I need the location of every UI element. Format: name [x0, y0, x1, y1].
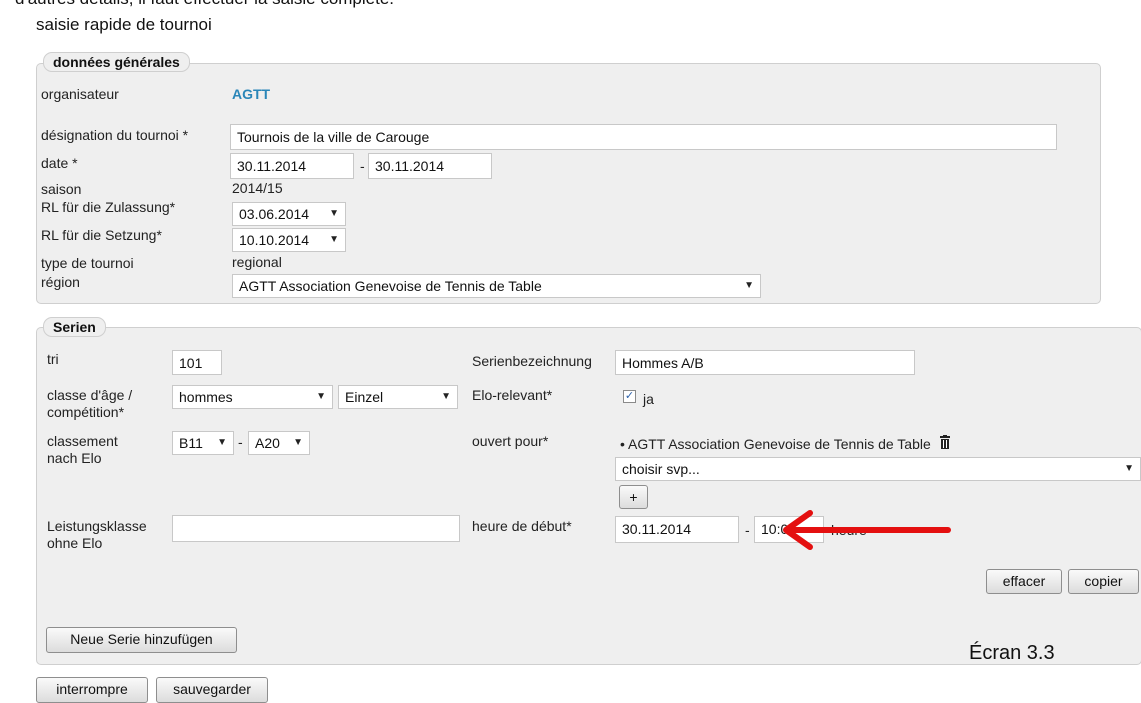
trash-icon[interactable]: [939, 435, 951, 452]
performance-class-label-line1: Leistungsklasse: [47, 518, 147, 534]
general-fieldset: [36, 63, 1101, 304]
open-for-select-value: choisir svp...: [622, 461, 700, 477]
open-for-item: • AGTT Association Genevoise de Tennis d…: [620, 435, 951, 452]
ranking-label-line1: classement: [47, 433, 118, 449]
date-to-input[interactable]: 30.11.2014: [368, 153, 492, 179]
ranking-label: classement nach Elo: [47, 433, 118, 467]
age-class-select[interactable]: hommes ▼: [172, 385, 333, 409]
start-label: heure de début*: [472, 518, 572, 534]
ranking-from-select[interactable]: B11 ▼: [172, 431, 234, 455]
age-class-value: hommes: [179, 389, 233, 405]
competition-value: Einzel: [345, 389, 384, 405]
series-legend: Serien: [43, 317, 106, 337]
performance-class-label: Leistungsklasse ohne Elo: [47, 518, 147, 552]
red-arrow-annotation: [783, 510, 951, 550]
designation-input[interactable]: Tournois de la ville de Carouge: [230, 124, 1057, 150]
season-value: 2014/15: [232, 180, 283, 196]
figure-caption: Écran 3.3: [969, 642, 1055, 664]
page-title: saisie rapide de tournoi: [36, 15, 212, 34]
new-series-button[interactable]: Neue Serie hinzufügen: [46, 627, 237, 653]
chevron-down-icon: ▼: [217, 437, 227, 448]
organizer-label: organisateur: [41, 86, 119, 102]
ranking-to-select[interactable]: A20 ▼: [248, 431, 310, 455]
elo-relevant-checkbox[interactable]: ✓: [623, 390, 636, 403]
ranking-label-line2: nach Elo: [47, 450, 102, 466]
rl-seeding-label: RL für die Setzung*: [41, 227, 162, 243]
chevron-down-icon: ▼: [1124, 463, 1134, 474]
tournament-type-value: regional: [232, 254, 282, 270]
general-legend: données générales: [43, 52, 190, 72]
ranking-to-value: A20: [255, 435, 280, 451]
date-label: date *: [41, 155, 78, 171]
open-for-item-text: • AGTT Association Genevoise de Tennis d…: [620, 436, 931, 452]
rl-admission-value: 03.06.2014: [239, 206, 310, 222]
chevron-down-icon: ▼: [744, 280, 754, 291]
date-from-input[interactable]: 30.11.2014: [230, 153, 354, 179]
performance-class-label-line2: ohne Elo: [47, 535, 103, 551]
rl-admission-select[interactable]: 03.06.2014 ▼: [232, 202, 346, 226]
open-for-label: ouvert pour*: [472, 433, 549, 449]
organizer-value: AGTT: [232, 86, 271, 102]
chevron-down-icon: ▼: [329, 208, 339, 219]
sort-label: tri: [47, 351, 59, 367]
interrupt-button[interactable]: interrompre: [36, 677, 148, 703]
age-class-label-line2: compétition*: [47, 404, 125, 420]
start-separator: -: [745, 522, 750, 538]
series-name-label: Serienbezeichnung: [472, 353, 592, 369]
start-date-input[interactable]: 30.11.2014: [615, 516, 739, 543]
series-fieldset: [36, 327, 1141, 665]
rl-admission-label: RL für die Zulassung*: [41, 199, 176, 215]
tournament-type-label: type de tournoi: [41, 255, 134, 271]
chevron-down-icon: ▼: [316, 391, 326, 402]
sort-input[interactable]: 101: [172, 350, 222, 375]
ranking-from-value: B11: [179, 435, 203, 451]
rl-seeding-select[interactable]: 10.10.2014 ▼: [232, 228, 346, 252]
competition-select[interactable]: Einzel ▼: [338, 385, 458, 409]
add-association-button[interactable]: +: [619, 485, 648, 509]
region-value: AGTT Association Genevoise de Tennis de …: [239, 278, 542, 294]
season-label: saison: [41, 181, 82, 197]
context-text: d'autres détails, il faut effectuer la s…: [15, 0, 394, 9]
age-class-label: classe d'âge / compétition*: [47, 387, 132, 421]
performance-class-input[interactable]: [172, 515, 460, 542]
chevron-down-icon: ▼: [441, 391, 451, 402]
region-select[interactable]: AGTT Association Genevoise de Tennis de …: [232, 274, 761, 298]
date-separator: -: [360, 158, 365, 174]
elo-relevant-label: Elo-relevant*: [472, 387, 553, 403]
chevron-down-icon: ▼: [293, 437, 303, 448]
open-for-select[interactable]: choisir svp... ▼: [615, 457, 1141, 481]
designation-label: désignation du tournoi *: [41, 127, 189, 143]
rl-seeding-value: 10.10.2014: [239, 232, 310, 248]
delete-series-button[interactable]: effacer: [986, 569, 1062, 594]
region-label: région: [41, 274, 80, 290]
series-name-input[interactable]: Hommes A/B: [615, 350, 915, 375]
ranking-separator: -: [238, 434, 243, 450]
age-class-label-line1: classe d'âge /: [47, 387, 133, 403]
elo-relevant-text: ja: [643, 391, 654, 407]
save-button[interactable]: sauvegarder: [156, 677, 268, 703]
chevron-down-icon: ▼: [329, 234, 339, 245]
copy-series-button[interactable]: copier: [1068, 569, 1139, 594]
